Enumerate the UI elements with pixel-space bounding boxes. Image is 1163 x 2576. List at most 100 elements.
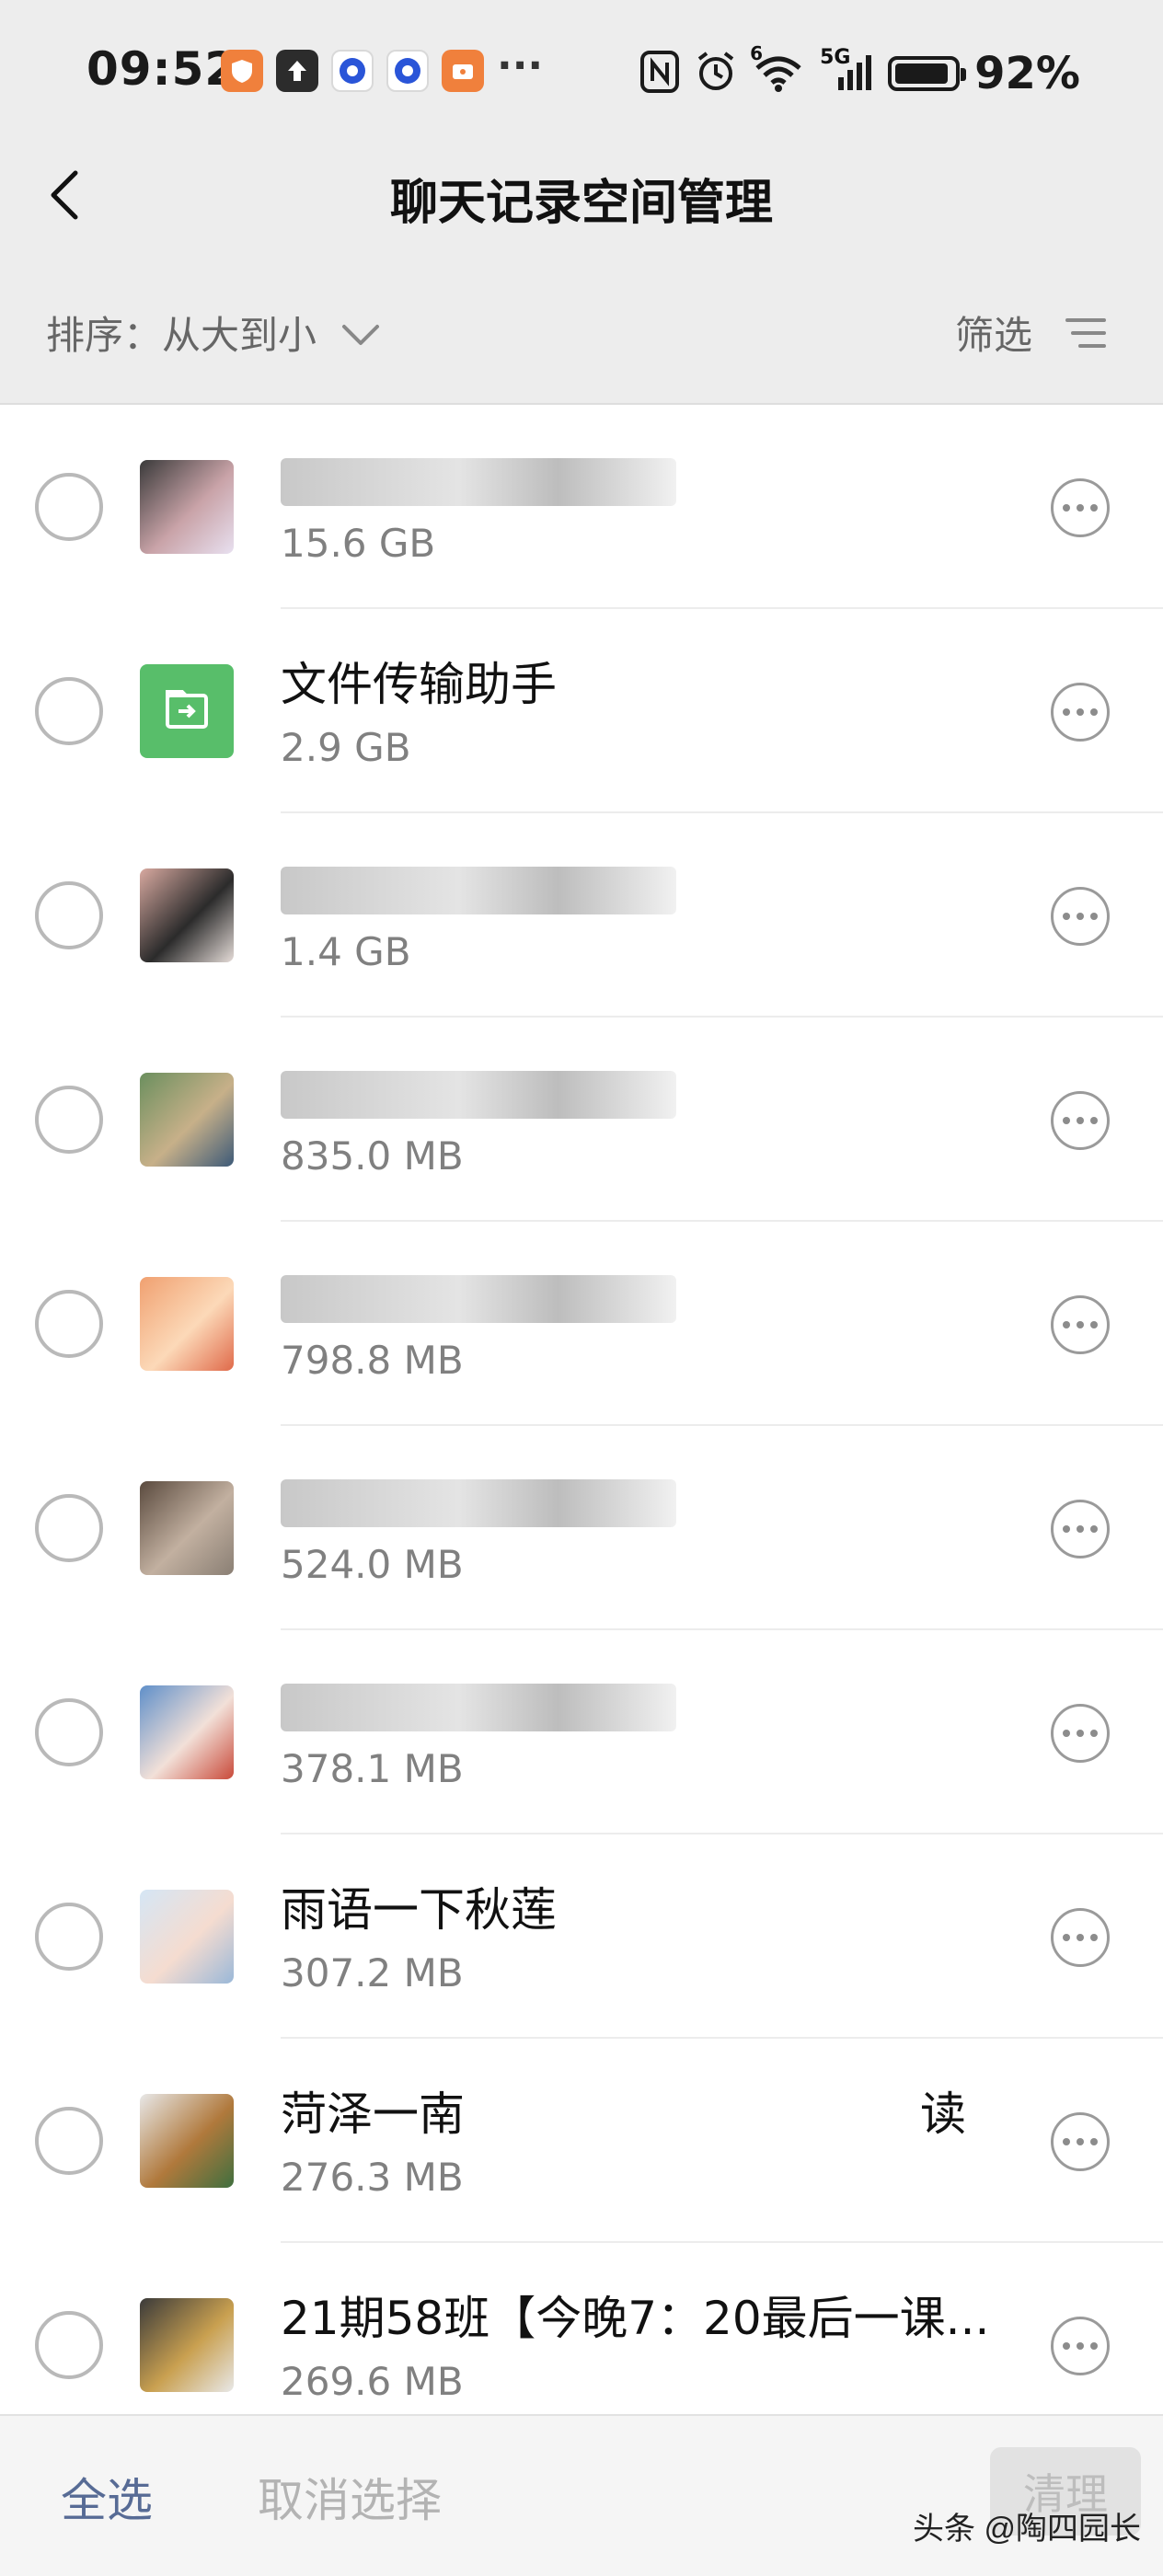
avatar xyxy=(140,2298,234,2392)
battery-level-fill xyxy=(895,63,949,84)
avatar xyxy=(140,868,234,962)
chat-row[interactable]: 15.6 GB xyxy=(0,405,1163,609)
more-options-button[interactable] xyxy=(1051,2317,1110,2375)
chat-row[interactable]: 21期58班【今晚7：20最后一课... 269.6 MB xyxy=(0,2243,1163,2414)
dot xyxy=(1090,708,1098,716)
redacted-name xyxy=(281,458,676,506)
more-options-button[interactable] xyxy=(1051,2112,1110,2171)
more-options-button[interactable] xyxy=(1051,1908,1110,1967)
dot xyxy=(1077,1321,1084,1328)
page-title: 聊天记录空间管理 xyxy=(389,176,773,231)
select-radio[interactable] xyxy=(35,1698,103,1766)
chat-size: 524.0 MB xyxy=(281,1542,464,1587)
dot xyxy=(1063,913,1070,920)
avatar xyxy=(140,1890,234,1984)
status-bar: 09:52 ··· 6 5G 92% xyxy=(0,0,1163,138)
more-options-button[interactable] xyxy=(1051,683,1110,742)
bottom-action-bar: 全选 取消选择 清理 头条 @陶四园长 xyxy=(0,2414,1163,2576)
chat-size: 15.6 GB xyxy=(281,521,436,566)
filter-button[interactable]: 筛选 xyxy=(955,305,1108,361)
more-notifications-indicator: ··· xyxy=(497,42,544,89)
chat-size: 276.3 MB xyxy=(281,2155,464,2200)
chat-size: 835.0 MB xyxy=(281,1133,464,1179)
dot xyxy=(1077,913,1084,920)
select-radio[interactable] xyxy=(35,2311,103,2379)
status-right-group: 6 5G 92% xyxy=(639,42,1080,101)
redacted-name xyxy=(281,1071,676,1119)
chevron-down-icon xyxy=(342,324,380,345)
dot xyxy=(1063,708,1070,716)
signal-5g-icon: 5G xyxy=(820,46,873,98)
chat-size: 378.1 MB xyxy=(281,1746,464,1791)
select-radio[interactable] xyxy=(35,1903,103,1971)
more-options-button[interactable] xyxy=(1051,1500,1110,1558)
select-radio[interactable] xyxy=(35,1290,103,1358)
chat-list: 15.6 GB 文件传输助手 2.9 GB 1.4 GB 835.0 MB 798.8 M… xyxy=(0,405,1163,2414)
cancel-selection-button[interactable]: 取消选择 xyxy=(258,2464,442,2530)
chat-name: 文件传输助手 xyxy=(281,658,557,711)
dot xyxy=(1090,1117,1098,1124)
p-app-icon xyxy=(386,50,429,92)
chat-name: 菏泽一南 xyxy=(281,2087,465,2141)
dot xyxy=(1090,504,1098,512)
avatar xyxy=(140,664,234,758)
chat-row[interactable]: 798.8 MB xyxy=(0,1222,1163,1426)
chat-row[interactable]: 524.0 MB xyxy=(0,1426,1163,1630)
redacted-name xyxy=(281,867,676,914)
select-all-button[interactable]: 全选 xyxy=(61,2464,153,2530)
chat-size: 1.4 GB xyxy=(281,929,411,974)
chat-row[interactable]: 1.4 GB xyxy=(0,813,1163,1018)
p-app-icon xyxy=(331,50,374,92)
select-radio[interactable] xyxy=(35,2107,103,2175)
shield-app-icon xyxy=(221,50,263,92)
dot xyxy=(1063,1117,1070,1124)
chat-row[interactable]: 雨语一下秋莲 307.2 MB xyxy=(0,1834,1163,2039)
chat-name: 21期58班【今晚7：20最后一课... xyxy=(281,2292,990,2345)
nav-header: 聊天记录空间管理 xyxy=(0,138,1163,253)
avatar xyxy=(140,1277,234,1371)
select-radio[interactable] xyxy=(35,473,103,541)
sort-dropdown[interactable]: 排序： 从大到小 xyxy=(46,305,381,361)
more-options-button[interactable] xyxy=(1051,1704,1110,1763)
redacted-name xyxy=(281,1479,676,1527)
select-radio[interactable] xyxy=(35,677,103,745)
select-radio[interactable] xyxy=(35,881,103,949)
sort-label: 排序： xyxy=(46,313,163,358)
dot xyxy=(1077,2342,1084,2350)
dot xyxy=(1090,1321,1098,1328)
chat-row[interactable]: 835.0 MB xyxy=(0,1018,1163,1222)
select-radio[interactable] xyxy=(35,1086,103,1154)
select-radio[interactable] xyxy=(35,1494,103,1562)
dot xyxy=(1063,1321,1070,1328)
dot xyxy=(1077,1730,1084,1737)
sort-filter-bar: 排序： 从大到小 筛选 xyxy=(0,253,1163,405)
redacted-name xyxy=(281,1275,676,1323)
avatar xyxy=(140,1073,234,1167)
battery-percentage: 92% xyxy=(974,48,1080,99)
dot xyxy=(1090,913,1098,920)
chat-row[interactable]: 文件传输助手 2.9 GB xyxy=(0,609,1163,813)
alarm-icon xyxy=(695,50,737,98)
dot xyxy=(1090,1525,1098,1533)
network-badge: 5G xyxy=(820,46,851,69)
more-options-button[interactable] xyxy=(1051,1091,1110,1150)
chat-size: 269.6 MB xyxy=(281,2359,464,2404)
avatar xyxy=(140,1685,234,1779)
dot xyxy=(1077,1117,1084,1124)
dot xyxy=(1090,1730,1098,1737)
more-options-button[interactable] xyxy=(1051,887,1110,946)
dot xyxy=(1077,1525,1084,1533)
more-options-button[interactable] xyxy=(1051,478,1110,537)
chat-row[interactable]: 378.1 MB xyxy=(0,1630,1163,1834)
filter-icon xyxy=(1065,317,1106,348)
dot xyxy=(1063,1730,1070,1737)
dot xyxy=(1063,2138,1070,2145)
dot xyxy=(1077,2138,1084,2145)
sort-value: 从大到小 xyxy=(162,313,317,358)
chat-size: 798.8 MB xyxy=(281,1338,464,1383)
battery-icon xyxy=(888,56,967,91)
dot xyxy=(1063,2342,1070,2350)
filter-label: 筛选 xyxy=(954,313,1032,358)
chat-row[interactable]: 菏泽一南 读 276.3 MB xyxy=(0,2039,1163,2243)
more-options-button[interactable] xyxy=(1051,1295,1110,1354)
